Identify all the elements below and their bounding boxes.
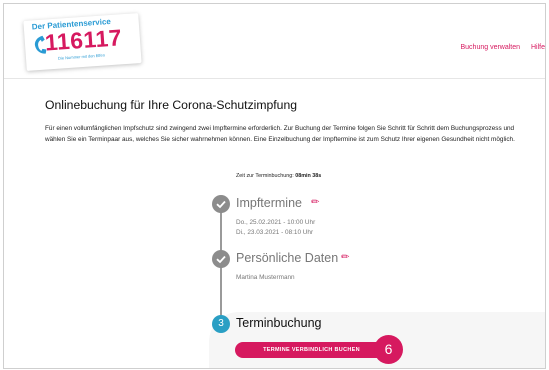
step-2-check-icon — [212, 250, 230, 268]
appointment-2: Di., 23.03.2021 - 08:10 Uhr — [236, 228, 314, 236]
nav-link-hilfe[interactable]: Hilfe — [531, 44, 545, 51]
logo-116117[interactable]: Der Patientenservice 116117 Die Nummer m… — [23, 13, 142, 71]
nav-link-buchung-verwalten[interactable]: Buchung verwalten — [460, 44, 520, 51]
annotation-badge: 6 — [374, 335, 403, 364]
step-3-number-badge: 3 — [212, 315, 230, 333]
browser-frame: Der Patientenservice 116117 Die Nummer m… — [3, 3, 546, 369]
patient-name: Martina Mustermann — [236, 274, 295, 281]
step-1-edit-pencil-icon[interactable]: ✏ — [311, 197, 319, 208]
top-nav: Buchung verwalten Hilfe — [451, 44, 545, 51]
step-1-check-icon — [212, 195, 230, 213]
book-appointments-button[interactable]: TERMINE VERBINDLICH BUCHEN — [235, 342, 388, 358]
site-header: Der Patientenservice 116117 Die Nummer m… — [4, 4, 545, 79]
step-3-title: Terminbuchung — [236, 316, 322, 330]
page-title: Onlinebuchung für Ihre Corona-Schutzimpf… — [45, 98, 298, 112]
timer-label: Zeit zur Terminbuchung: — [236, 173, 294, 179]
logo-number: 116117 — [44, 24, 123, 56]
timer-value: 08min 38s — [295, 173, 322, 179]
step-2-edit-pencil-icon[interactable]: ✏ — [341, 252, 349, 263]
step-1-details: Do., 25.02.2021 - 10:00 Uhr Di., 23.03.2… — [236, 218, 315, 237]
step-1-title: Impftermine — [236, 196, 302, 210]
step-2-title: Persönliche Daten — [236, 251, 339, 265]
appointment-1: Do., 25.02.2021 - 10:00 Uhr — [236, 219, 316, 226]
step-2-details: Martina Mustermann — [236, 273, 295, 283]
booking-timer: Zeit zur Terminbuchung: 08min 38s — [236, 173, 321, 179]
intro-text: Für einen vollumfänglichen Impfschutz si… — [45, 125, 515, 143]
